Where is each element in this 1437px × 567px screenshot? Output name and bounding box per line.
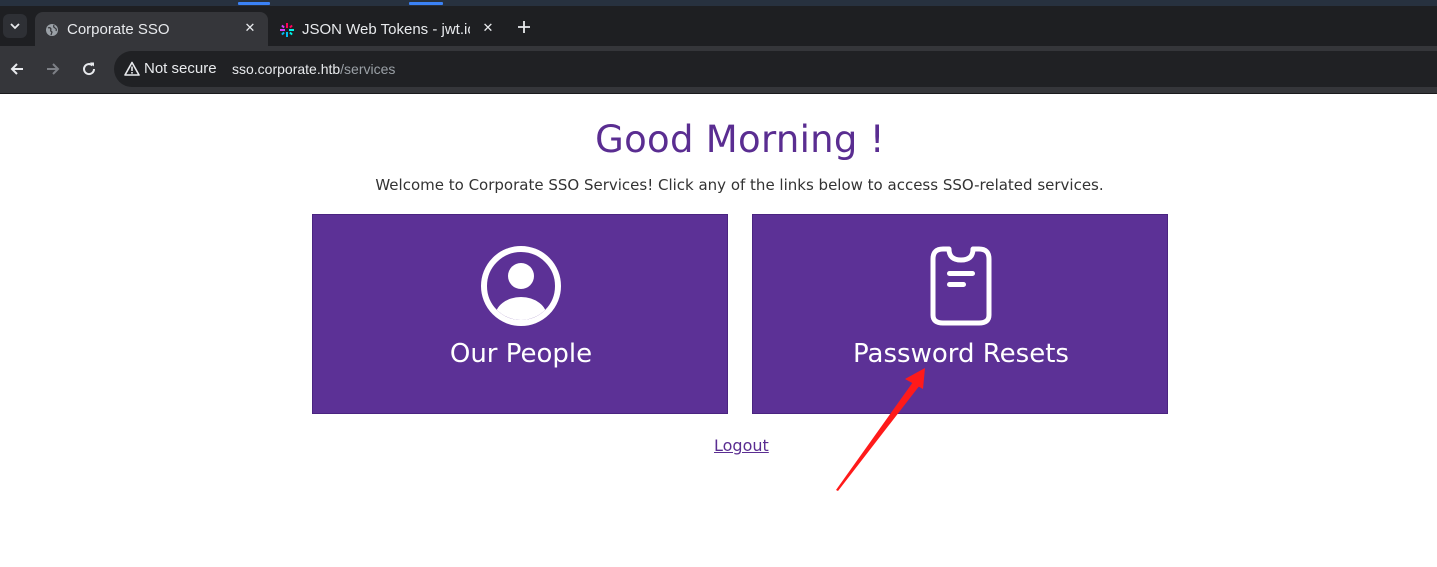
url-path: /services: [340, 61, 396, 77]
jwt-logo-icon: [280, 23, 294, 37]
card-label: Password Resets: [853, 339, 1069, 369]
reload-icon: [83, 62, 96, 76]
chevron-down-icon: [10, 23, 20, 30]
back-button[interactable]: [6, 58, 28, 80]
page-title: Good Morning !: [595, 118, 885, 161]
warning-triangle-icon: [124, 61, 140, 76]
plus-icon: [518, 21, 530, 33]
user-circle-icon: [481, 246, 561, 326]
tab-search-button[interactable]: [3, 14, 27, 38]
tab-title: JSON Web Tokens - jwt.io: [302, 21, 470, 38]
forward-button[interactable]: [42, 58, 64, 80]
security-label[interactable]: Not secure: [144, 60, 217, 77]
url-host: sso.corporate.htb: [232, 61, 341, 77]
arrow-right-icon: [47, 63, 60, 75]
tab-title: Corporate SSO: [67, 21, 170, 38]
tab-jwt-io[interactable]: JSON Web Tokens - jwt.io ✕: [270, 12, 506, 48]
reload-button[interactable]: [78, 58, 100, 80]
logout-link[interactable]: Logout: [714, 436, 769, 455]
arrow-left-icon: [10, 63, 23, 75]
globe-icon: [46, 24, 58, 36]
password-resets-card[interactable]: Password Resets: [752, 214, 1168, 414]
tab-bar: Corporate SSO ✕ JSON Web Tokens - jwt.io…: [0, 6, 1437, 48]
close-icon[interactable]: ✕: [242, 21, 258, 37]
new-tab-button[interactable]: [513, 18, 535, 40]
page-content: Good Morning ! Welcome to Corporate SSO …: [0, 94, 1437, 567]
url-text[interactable]: sso.corporate.htb/services: [232, 61, 395, 77]
tab-corporate-sso[interactable]: Corporate SSO ✕: [35, 12, 268, 48]
address-bar[interactable]: Not secure sso.corporate.htb/services: [114, 51, 1437, 87]
welcome-text: Welcome to Corporate SSO Services! Click…: [375, 176, 1104, 194]
close-icon[interactable]: ✕: [480, 21, 496, 37]
our-people-card[interactable]: Our People: [312, 214, 728, 414]
card-label: Our People: [449, 339, 593, 369]
clipboard-icon: [930, 246, 992, 326]
browser-chrome: Corporate SSO ✕ JSON Web Tokens - jwt.io…: [0, 0, 1437, 94]
browser-toolbar: Not secure sso.corporate.htb/services: [0, 46, 1437, 94]
